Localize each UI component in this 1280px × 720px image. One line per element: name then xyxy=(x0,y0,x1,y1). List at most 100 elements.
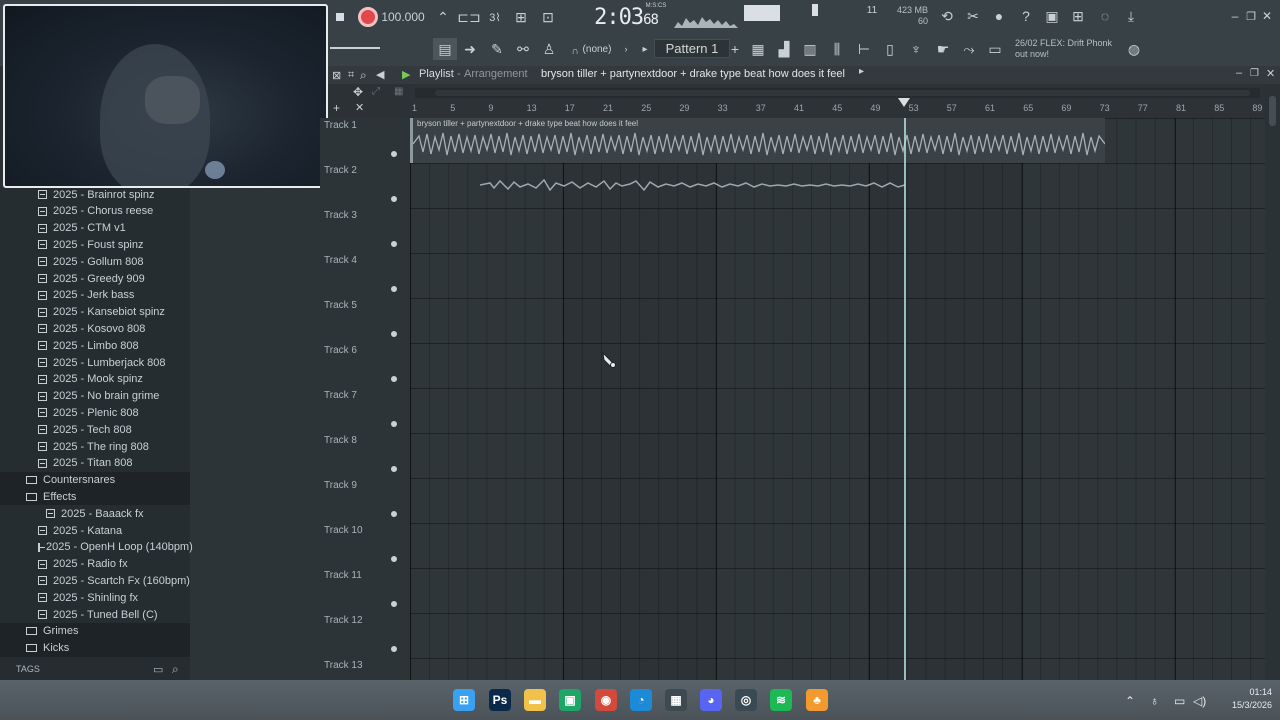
browser-file[interactable]: 2025 - Kosovo 808 xyxy=(0,320,190,337)
browser-file[interactable]: 2025 - Tech 808 xyxy=(0,421,190,438)
scrollbar-thumb[interactable] xyxy=(435,90,1250,96)
track-header[interactable]: Track 9 xyxy=(320,478,410,523)
track-header[interactable]: Track 5 xyxy=(320,298,410,343)
save-icon[interactable]: ▣ xyxy=(1043,7,1061,25)
windows-start-icon[interactable]: ⊞ xyxy=(453,689,475,711)
track-mute-button[interactable] xyxy=(391,241,397,247)
grid-tool-icon[interactable]: ▦ xyxy=(394,86,403,97)
track-mute-button[interactable] xyxy=(391,556,397,562)
track-header[interactable]: Track 2 xyxy=(320,163,410,208)
browser-file[interactable]: 2025 - Kansebiot spinz xyxy=(0,304,190,321)
track-mute-button[interactable] xyxy=(391,196,397,202)
download-icon[interactable]: ⤓ xyxy=(1122,7,1140,25)
browser-file[interactable]: 2025 - Katana xyxy=(0,522,190,539)
midi-icon[interactable]: ⤳ xyxy=(960,40,978,58)
wait-input-icon[interactable]: ⊏⊐ xyxy=(457,8,480,26)
stamp-icon[interactable]: ♙ xyxy=(540,40,558,58)
zoom-icon[interactable]: ⌕ xyxy=(360,68,367,83)
browser-file[interactable]: 2025 - OpenH Loop (140bpm) xyxy=(0,539,193,556)
magnet-icon[interactable]: ⊠ xyxy=(332,69,341,82)
pencil-icon[interactable]: ✎ xyxy=(488,40,506,58)
track-mute-button[interactable] xyxy=(391,331,397,337)
mixer-link-icon[interactable]: ✂ xyxy=(964,7,982,25)
browser-file[interactable]: 2025 - Jerk bass xyxy=(0,287,190,304)
move-tool-icon[interactable]: ✥ xyxy=(353,85,363,99)
track-header[interactable]: Track 11 xyxy=(320,568,410,613)
piano-roll-icon[interactable]: ▟ xyxy=(775,40,793,58)
track-mute-button[interactable] xyxy=(391,601,397,607)
track-header[interactable]: Track 6 xyxy=(320,343,410,388)
render-icon[interactable]: ⊞ xyxy=(1069,7,1087,25)
browser-tree-icon[interactable]: ⊢ xyxy=(855,40,873,58)
speaker-icon[interactable]: ◀ xyxy=(376,68,384,81)
plugin-database-icon[interactable]: ▯ xyxy=(881,40,899,58)
slice-tool-icon[interactable]: ⤢ xyxy=(372,86,380,97)
track-mute-button[interactable] xyxy=(391,151,397,157)
green-app-icon[interactable]: ▣ xyxy=(559,689,581,711)
network-icon[interactable]: ▭ xyxy=(1174,694,1185,708)
undo-history-icon[interactable]: ⟲ xyxy=(938,7,956,25)
browser-file[interactable]: 2025 - Baaack fx xyxy=(0,505,190,522)
help-icon[interactable]: ? xyxy=(1017,7,1035,25)
playlist-snap-icon[interactable]: ▤ xyxy=(433,38,457,60)
browser-file[interactable]: 2025 - Plenic 808 xyxy=(0,404,190,421)
tempo-display[interactable]: 100.000 xyxy=(381,8,424,26)
browser-file[interactable]: 2025 - CTM v1 xyxy=(0,220,190,237)
mixer-icon[interactable]: ⫼ xyxy=(828,40,846,58)
browser-file[interactable]: 2025 - Lumberjack 808 xyxy=(0,354,190,371)
link-icon[interactable]: ⚯ xyxy=(514,40,532,58)
track-mute-button[interactable] xyxy=(391,286,397,292)
taskbar-clock[interactable]: 01:14 15/3/2026 xyxy=(1206,686,1272,712)
track-header[interactable]: Track 8 xyxy=(320,433,410,478)
chrome-icon[interactable]: ◉ xyxy=(595,689,617,711)
browser-file[interactable]: 2025 - Scartch Fx (160bpm) xyxy=(0,572,190,589)
countdown-icon[interactable]: 3⌇ xyxy=(486,8,504,26)
pattern-name[interactable]: Pattern 1 xyxy=(654,39,730,58)
channel-rack-icon[interactable]: ▥ xyxy=(801,40,819,58)
playlist-maximize-icon[interactable]: ❐ xyxy=(1250,68,1259,79)
metronome-icon[interactable]: ⌃ xyxy=(434,8,452,26)
remove-track-icon[interactable]: ✕ xyxy=(355,101,364,114)
browser-file[interactable]: 2025 - Shinling fx xyxy=(0,589,190,606)
plugin-picker-icon[interactable]: ♆ xyxy=(907,40,925,58)
browser-folder[interactable]: Countersnares xyxy=(0,471,190,489)
vertical-scrollbar-thumb[interactable] xyxy=(1269,96,1276,126)
dropdown-arrow-icon[interactable]: ▸ xyxy=(859,66,864,77)
search-icon[interactable]: ⌕ xyxy=(172,662,179,677)
chevron-up-icon[interactable]: ⌃ xyxy=(1125,694,1135,708)
playhead-marker[interactable] xyxy=(898,98,910,108)
browser-file[interactable]: 2025 - Tuned Bell (C) xyxy=(0,606,190,623)
browser-file[interactable]: 2025 - Mook spinz xyxy=(0,371,190,388)
browser-folder[interactable]: Effects xyxy=(0,488,190,506)
store-icon[interactable]: ▦ xyxy=(665,689,687,711)
chat-icon[interactable]: ◌ xyxy=(1096,7,1114,25)
chevron-right-icon[interactable]: › xyxy=(617,40,635,58)
track-mute-button[interactable] xyxy=(391,421,397,427)
microphone-tray-icon[interactable]: ♁ xyxy=(1150,694,1159,708)
arrangement-selector[interactable]: Arrangement xyxy=(464,68,528,80)
horizontal-scrollbar[interactable] xyxy=(415,88,1260,98)
browser-file[interactable]: 2025 - No brain grime xyxy=(0,388,190,405)
discord-icon[interactable]: ◕ xyxy=(700,689,722,711)
track-header[interactable]: Track 4 xyxy=(320,253,410,298)
track-header[interactable]: Track 3 xyxy=(320,208,410,253)
track-mute-button[interactable] xyxy=(391,511,397,517)
track-header[interactable]: Track 12 xyxy=(320,613,410,658)
record-button[interactable] xyxy=(357,6,379,28)
track-header[interactable]: Track 7 xyxy=(320,388,410,433)
browser-file[interactable]: 2025 - Greedy 909 xyxy=(0,270,190,287)
playlist-grid[interactable]: bryson tiller + partynextdoor + drake ty… xyxy=(410,118,1265,680)
blend-notes-icon[interactable]: ⊞ xyxy=(512,8,530,26)
master-pitch-slider[interactable] xyxy=(812,4,818,16)
play-arrangement-icon[interactable]: ▶ xyxy=(402,68,410,81)
edge-icon[interactable]: ◔ xyxy=(630,689,652,711)
browser-file[interactable]: 2025 - Radio fx xyxy=(0,556,190,573)
microphone-icon[interactable]: ● xyxy=(990,7,1008,25)
browser-file[interactable]: 2025 - Chorus reese xyxy=(0,203,190,220)
audio-clip-vocal[interactable] xyxy=(480,163,905,208)
browser-file[interactable]: 2025 - Foust spinz xyxy=(0,236,190,253)
playlist-close-icon[interactable]: ✕ xyxy=(1266,67,1275,80)
close-icon[interactable]: ✕ xyxy=(1258,7,1276,25)
file-explorer-icon[interactable]: ▬ xyxy=(524,689,546,711)
photoshop-icon[interactable]: Ps xyxy=(489,689,511,711)
